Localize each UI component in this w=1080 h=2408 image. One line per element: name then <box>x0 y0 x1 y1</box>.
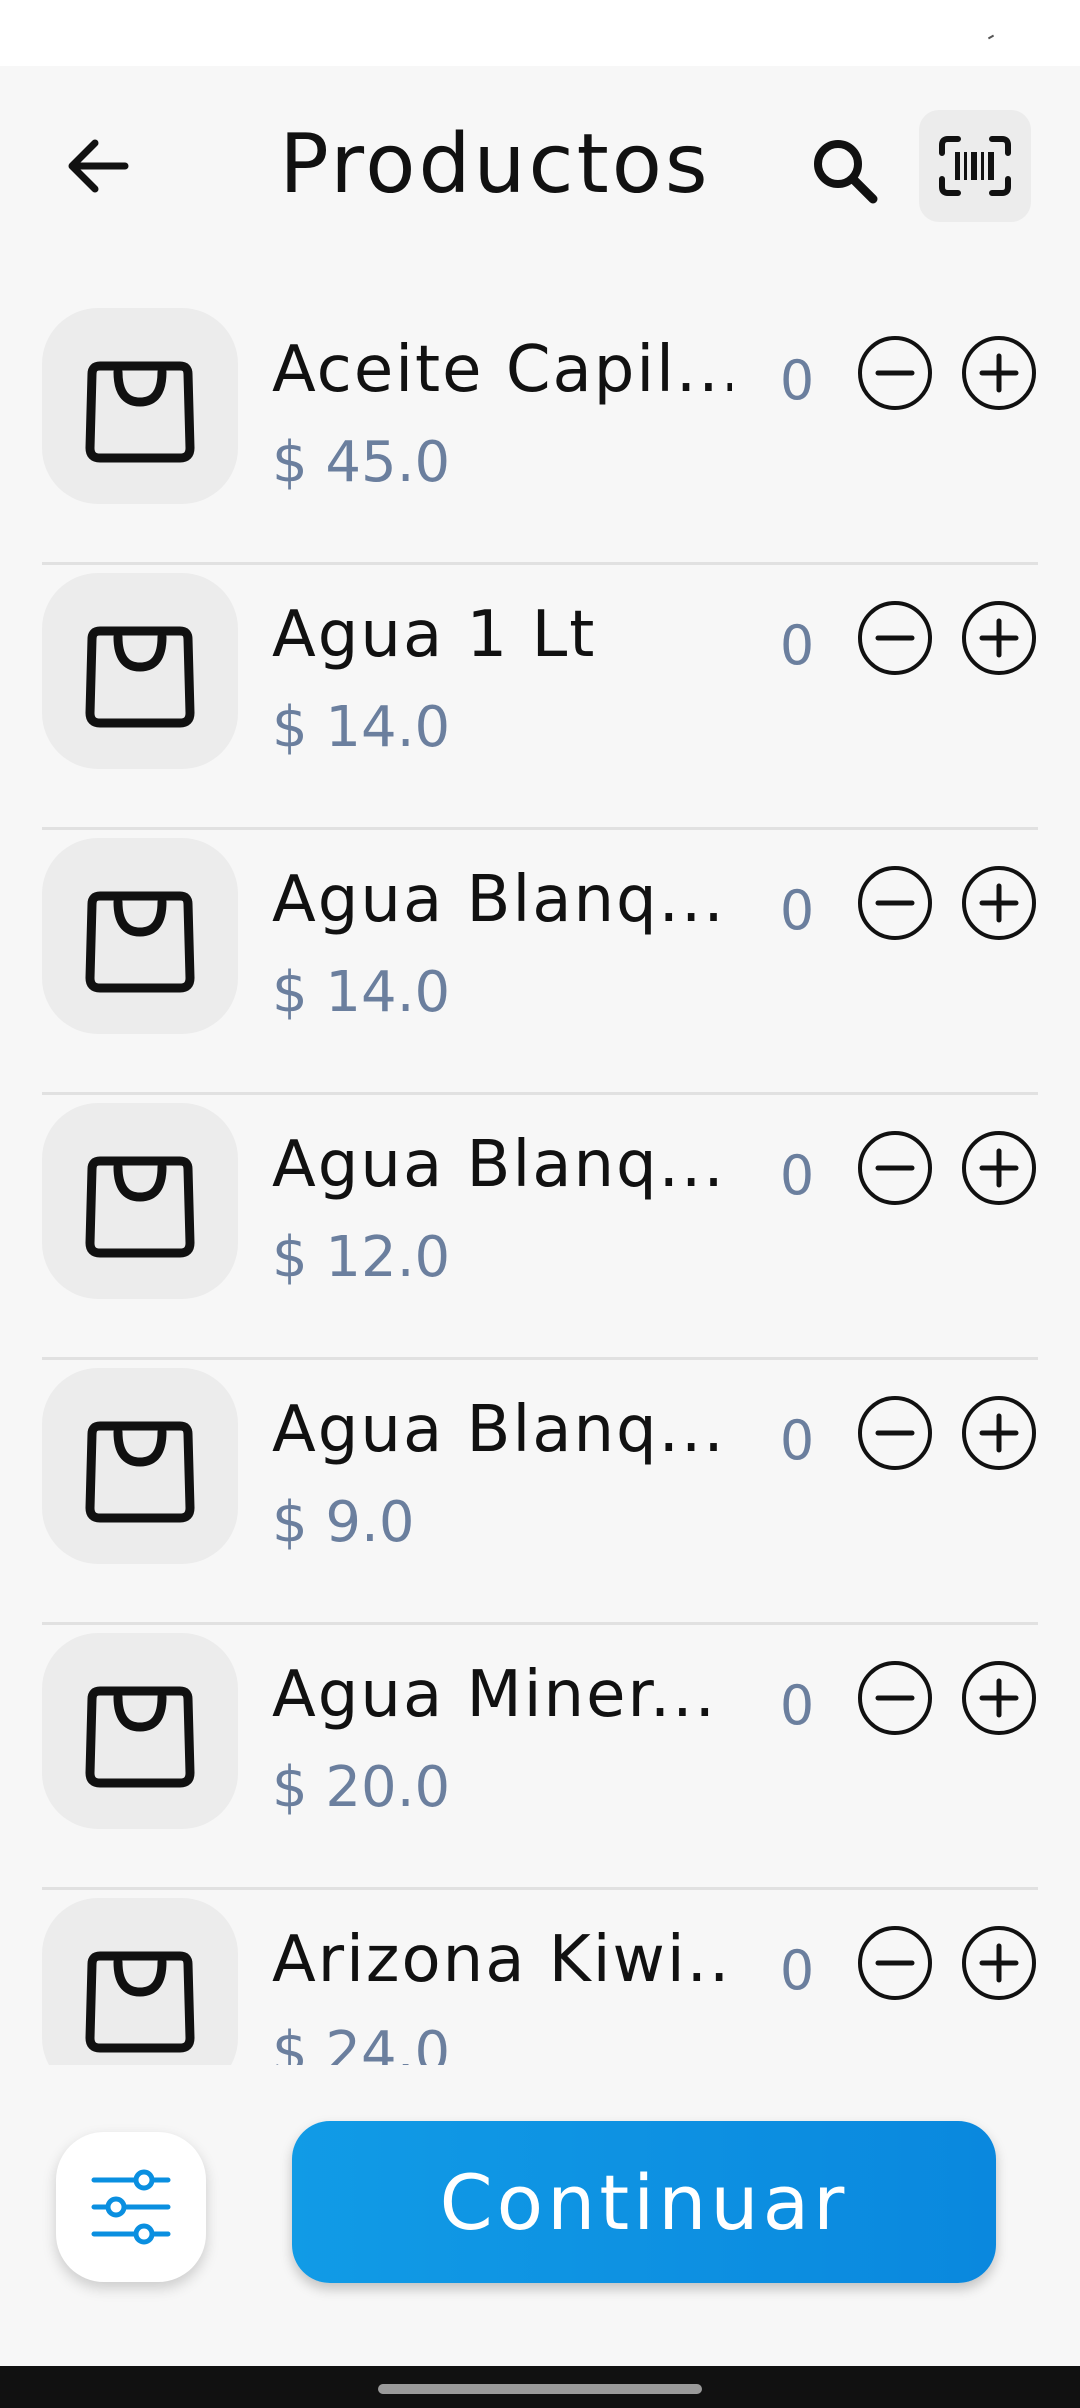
product-price: $ 24.0 <box>272 2020 451 2065</box>
product-name: Agua 1 Lt <box>272 598 597 672</box>
continue-button[interactable]: Continuar <box>292 2121 996 2283</box>
decrease-quantity-button[interactable] <box>856 1659 934 1737</box>
product-row[interactable]: Agua Miner... $ 20.0 0 <box>0 1625 1080 1890</box>
product-thumbnail <box>42 1103 238 1299</box>
minus-circle-icon <box>858 601 932 675</box>
increase-quantity-button[interactable] <box>960 1924 1038 2002</box>
minus-circle-icon <box>858 866 932 940</box>
sliders-icon <box>91 2169 171 2245</box>
filter-button[interactable] <box>56 2132 206 2282</box>
product-thumbnail <box>42 838 238 1034</box>
minus-circle-icon <box>858 336 932 410</box>
minus-circle-icon <box>858 1131 932 1205</box>
shopping-bag-icon <box>85 626 195 728</box>
shopping-bag-icon <box>85 1156 195 1258</box>
decrease-quantity-button[interactable] <box>856 1394 934 1472</box>
plus-circle-icon <box>962 601 1036 675</box>
product-name: Agua Miner... <box>272 1658 717 1732</box>
shopping-bag-icon <box>85 1951 195 2053</box>
product-row[interactable]: Arizona Kiwi... $ 24.0 0 <box>0 1890 1080 2065</box>
product-price: $ 14.0 <box>272 960 451 1025</box>
search-icon <box>814 140 878 204</box>
increase-quantity-button[interactable] <box>960 334 1038 412</box>
product-quantity: 0 <box>779 1409 815 1472</box>
barcode-scan-icon <box>939 136 1011 196</box>
increase-quantity-button[interactable] <box>960 1129 1038 1207</box>
minus-circle-icon <box>858 1396 932 1470</box>
page-title: Productos <box>279 117 711 212</box>
search-button[interactable] <box>800 126 890 216</box>
product-quantity: 0 <box>779 1674 815 1737</box>
decrease-quantity-button[interactable] <box>856 1924 934 2002</box>
product-name: Arizona Kiwi... <box>272 1923 732 1997</box>
product-price: $ 12.0 <box>272 1225 451 1290</box>
plus-circle-icon <box>962 1131 1036 1205</box>
back-button[interactable] <box>58 126 138 206</box>
product-thumbnail <box>42 308 238 504</box>
increase-quantity-button[interactable] <box>960 599 1038 677</box>
shopping-bag-icon <box>85 891 195 993</box>
shopping-bag-icon <box>85 1686 195 1788</box>
product-thumbnail <box>42 573 238 769</box>
product-price: $ 45.0 <box>272 430 451 495</box>
shopping-bag-icon <box>85 1421 195 1523</box>
product-price: $ 14.0 <box>272 695 451 760</box>
decrease-quantity-button[interactable] <box>856 1129 934 1207</box>
system-nav-bar <box>0 2366 1080 2408</box>
product-price: $ 9.0 <box>272 1490 415 1555</box>
product-thumbnail <box>42 1633 238 1829</box>
product-list[interactable]: Aceite Capil... $ 45.0 0 Agua 1 Lt $ 14.0 0 Ag… <box>0 300 1080 2065</box>
plus-circle-icon <box>962 866 1036 940</box>
plus-circle-icon <box>962 336 1036 410</box>
increase-quantity-button[interactable] <box>960 864 1038 942</box>
minus-circle-icon <box>858 1926 932 2000</box>
product-quantity: 0 <box>779 614 815 677</box>
home-gesture-handle[interactable] <box>378 2384 702 2394</box>
product-quantity: 0 <box>779 1939 815 2002</box>
plus-circle-icon <box>962 1926 1036 2000</box>
status-bar <box>0 0 1080 66</box>
product-name: Agua Blanq... <box>272 1128 726 1202</box>
product-row[interactable]: Aceite Capil... $ 45.0 0 <box>0 300 1080 565</box>
app-header: Productos <box>0 66 1080 266</box>
plus-circle-icon <box>962 1661 1036 1735</box>
product-row[interactable]: Agua Blanq... $ 9.0 0 <box>0 1360 1080 1625</box>
product-thumbnail <box>42 1368 238 1564</box>
product-row[interactable]: Agua Blanq... $ 14.0 0 <box>0 830 1080 1095</box>
decrease-quantity-button[interactable] <box>856 334 934 412</box>
plus-circle-icon <box>962 1396 1036 1470</box>
product-row[interactable]: Agua 1 Lt $ 14.0 0 <box>0 565 1080 830</box>
shopping-bag-icon <box>85 361 195 463</box>
product-name: Aceite Capil... <box>272 333 732 407</box>
minus-circle-icon <box>858 1661 932 1735</box>
product-thumbnail <box>42 1898 238 2065</box>
product-row[interactable]: Agua Blanq... $ 12.0 0 <box>0 1095 1080 1360</box>
product-name: Agua Blanq... <box>272 1393 726 1467</box>
product-quantity: 0 <box>779 1144 815 1207</box>
decrease-quantity-button[interactable] <box>856 864 934 942</box>
increase-quantity-button[interactable] <box>960 1659 1038 1737</box>
decrease-quantity-button[interactable] <box>856 599 934 677</box>
status-indicator <box>987 34 995 40</box>
arrow-left-icon <box>68 139 129 193</box>
product-quantity: 0 <box>779 349 815 412</box>
product-quantity: 0 <box>779 879 815 942</box>
barcode-scan-button[interactable] <box>919 110 1031 222</box>
product-name: Agua Blanq... <box>272 863 726 937</box>
product-price: $ 20.0 <box>272 1755 451 1820</box>
increase-quantity-button[interactable] <box>960 1394 1038 1472</box>
